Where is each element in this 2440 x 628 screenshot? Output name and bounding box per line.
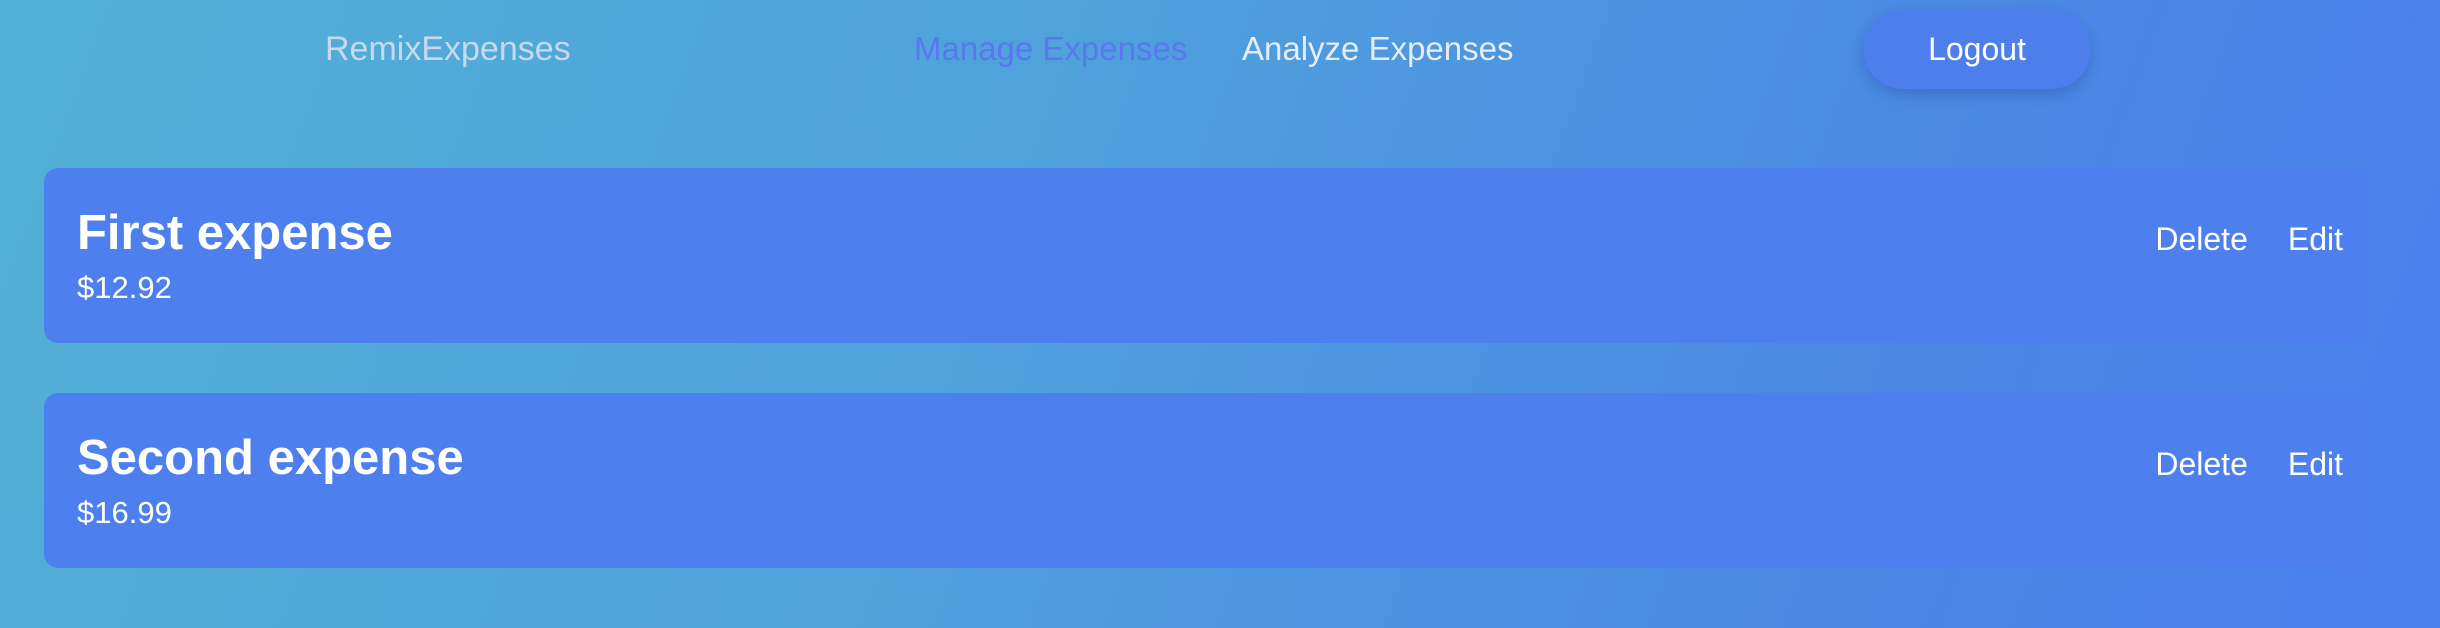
expense-list: First expense $12.92 Delete Edit Second … [44, 168, 2367, 618]
expense-actions: Delete Edit [2155, 218, 2343, 260]
logo-link[interactable]: RemixExpenses [325, 28, 571, 70]
expense-title: First expense [77, 206, 393, 260]
nav-analyze-expenses[interactable]: Analyze Expenses [1242, 28, 1514, 70]
edit-link[interactable]: Edit [2288, 443, 2343, 485]
nav-manage-expenses[interactable]: Manage Expenses [914, 28, 1187, 70]
expense-item: Second expense $16.99 Delete Edit [44, 393, 2367, 568]
edit-link[interactable]: Edit [2288, 218, 2343, 260]
expense-amount: $16.99 [77, 495, 172, 530]
delete-button[interactable]: Delete [2155, 218, 2248, 260]
main-header: RemixExpenses Manage Expenses Analyze Ex… [0, 0, 2440, 100]
expense-actions: Delete Edit [2155, 443, 2343, 485]
delete-button[interactable]: Delete [2155, 443, 2248, 485]
expense-item: First expense $12.92 Delete Edit [44, 168, 2367, 343]
expense-amount: $12.92 [77, 270, 172, 305]
expense-title: Second expense [77, 431, 464, 485]
logout-button[interactable]: Logout [1863, 9, 2091, 89]
